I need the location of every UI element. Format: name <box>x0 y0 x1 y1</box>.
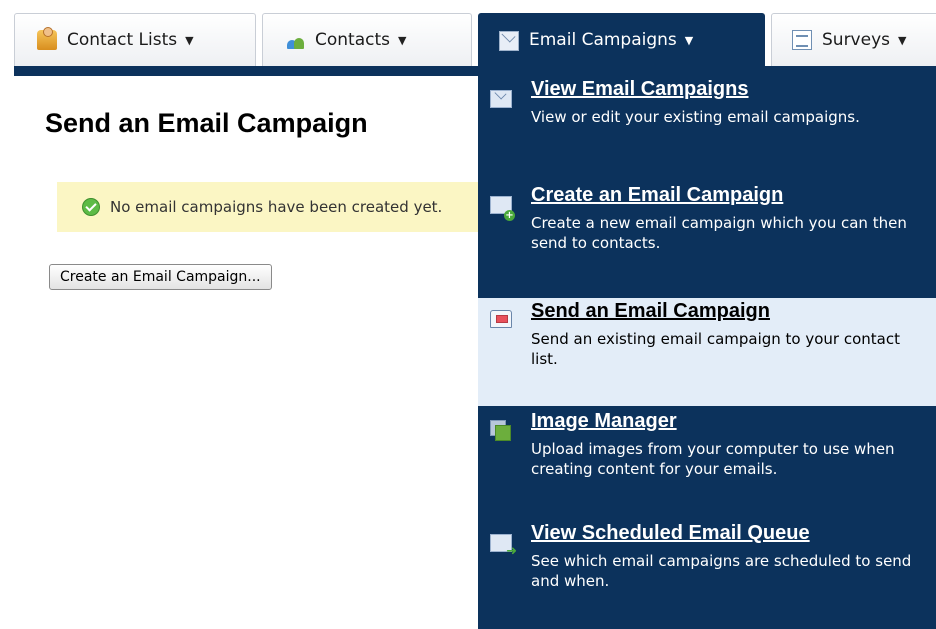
chevron-down-icon: ▼ <box>684 33 694 47</box>
contacts-icon <box>285 30 305 50</box>
menu-item-description: Create a new email campaign which you ca… <box>531 214 907 252</box>
envelope-add-icon <box>490 196 515 221</box>
check-circle-icon <box>82 198 100 216</box>
menu-item-description: Upload images from your computer to use … <box>531 440 895 478</box>
menu-item-view-scheduled-email-queue[interactable]: View Scheduled Email Queue See which ema… <box>478 520 936 629</box>
menu-item-description: See which email campaigns are scheduled … <box>531 552 912 590</box>
survey-icon <box>792 30 812 50</box>
notice-text: No email campaigns have been created yet… <box>110 198 443 216</box>
menu-item-title[interactable]: View Email Campaigns <box>531 78 924 101</box>
menu-item-title[interactable]: Image Manager <box>531 410 924 433</box>
tab-contact-lists[interactable]: Contact Lists ▼ <box>14 13 256 66</box>
chevron-down-icon: ▼ <box>898 33 907 47</box>
open-envelope-icon <box>490 310 512 328</box>
tab-contacts[interactable]: Contacts ▼ <box>262 13 472 66</box>
menu-item-title[interactable]: View Scheduled Email Queue <box>531 522 924 545</box>
envelope-icon <box>499 31 519 51</box>
contact-lists-icon <box>37 27 57 50</box>
images-icon <box>490 420 512 441</box>
envelope-forward-icon <box>490 534 517 558</box>
menu-item-view-email-campaigns[interactable]: View Email Campaigns View or edit your e… <box>478 76 936 182</box>
menu-item-description: Send an existing email campaign to your … <box>531 330 901 368</box>
menu-item-title[interactable]: Create an Email Campaign <box>531 184 924 207</box>
menu-item-description: View or edit your existing email campaig… <box>531 108 860 126</box>
chevron-down-icon: ▼ <box>185 33 194 47</box>
menu-item-send-email-campaign[interactable]: Send an Email Campaign Send an existing … <box>478 298 936 406</box>
tab-label: Contacts <box>315 30 390 50</box>
menu-item-image-manager[interactable]: Image Manager Upload images from your co… <box>478 408 936 520</box>
main-navigation: Contact Lists ▼ Contacts ▼ Email Campaig… <box>0 0 936 76</box>
create-email-campaign-button[interactable]: Create an Email Campaign... <box>49 264 272 290</box>
nav-underline-bar <box>14 66 936 76</box>
chevron-down-icon: ▼ <box>398 33 407 47</box>
tab-label: Email Campaigns <box>529 30 677 50</box>
tab-email-campaigns[interactable]: Email Campaigns ▼ <box>478 13 765 66</box>
page-title: Send an Email Campaign <box>45 108 368 138</box>
tab-label: Contact Lists <box>67 30 178 50</box>
email-campaigns-dropdown: View Email Campaigns View or edit your e… <box>478 76 936 629</box>
envelope-icon <box>490 90 512 108</box>
menu-item-title[interactable]: Send an Email Campaign <box>531 300 924 323</box>
tab-label: Surveys <box>822 30 890 50</box>
info-notice: No email campaigns have been created yet… <box>57 182 487 232</box>
menu-item-create-email-campaign[interactable]: Create an Email Campaign Create a new em… <box>478 182 936 292</box>
tab-surveys[interactable]: Surveys ▼ <box>771 13 936 66</box>
